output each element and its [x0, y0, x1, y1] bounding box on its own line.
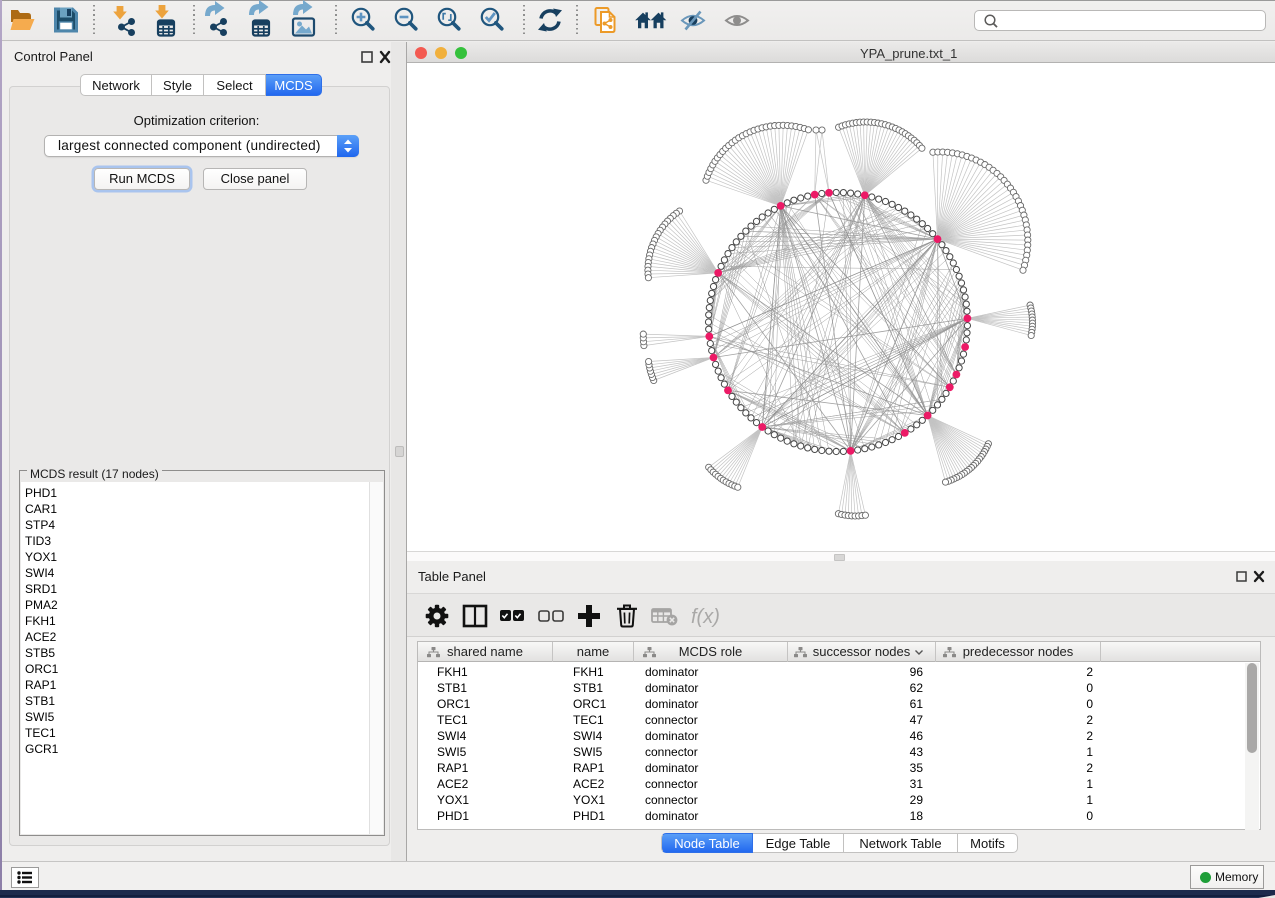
svg-text:f(x): f(x)	[691, 606, 720, 628]
